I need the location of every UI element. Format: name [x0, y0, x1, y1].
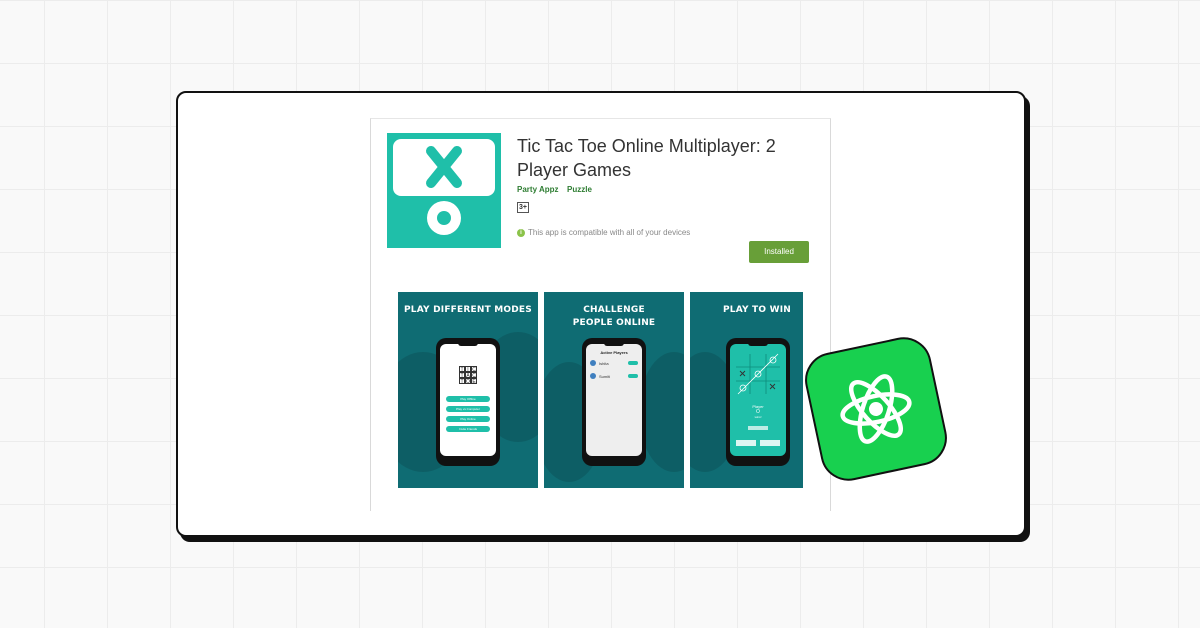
- menu-button: Invite Friends: [446, 426, 490, 432]
- react-atom-icon: [840, 374, 912, 444]
- menu-button: Play vs Computer: [446, 406, 490, 412]
- phone-mockup: T I C T A C T O E Play Offline Play vs C…: [436, 338, 500, 466]
- installed-button[interactable]: Installed: [749, 241, 809, 263]
- screenshot-heading: PLAY TO WIN: [722, 305, 791, 315]
- active-players-title: Active Players: [600, 350, 628, 355]
- o-icon: [427, 201, 461, 235]
- content-rating-badge: 3+: [517, 202, 529, 213]
- challenge-button: [628, 361, 638, 365]
- screenshot-heading: CHALLENGE PEOPLE ONLINE: [572, 305, 656, 328]
- react-logo-badge: [799, 332, 953, 486]
- phone-screen: Player O wins!: [730, 344, 786, 456]
- category-link[interactable]: Puzzle: [567, 185, 592, 194]
- compatibility-notice: i This app is compatible with all of you…: [517, 228, 690, 237]
- phone-mockup: Active Players Ishita Sumiti: [582, 338, 646, 466]
- compatibility-text: This app is compatible with all of your …: [528, 228, 691, 237]
- phone-mockup: Player O wins!: [726, 338, 790, 466]
- info-icon: i: [517, 228, 525, 237]
- app-icon: [387, 133, 501, 248]
- player-row: Ishita: [590, 358, 638, 368]
- x-icon: [426, 146, 462, 188]
- developer-link[interactable]: Party Appz: [517, 185, 559, 194]
- screenshot-1[interactable]: PLAY DIFFERENT MODES T I C T A C T O E P…: [398, 292, 538, 488]
- phone-screen: Active Players Ishita Sumiti: [586, 344, 642, 456]
- avatar: [590, 360, 596, 366]
- screenshot-heading: PLAY DIFFERENT MODES: [404, 305, 532, 315]
- challenge-button: [628, 374, 638, 378]
- app-icon-x-panel: [393, 139, 495, 196]
- status-sub: wins!: [754, 415, 762, 419]
- game-board: [736, 353, 780, 446]
- app-title: Tic Tac Toe Online Multiplayer: 2 Player…: [517, 136, 776, 180]
- screenshot-2[interactable]: CHALLENGE PEOPLE ONLINE Active Players I…: [544, 292, 684, 488]
- avatar: [590, 373, 596, 379]
- play-store-listing: Tic Tac Toe Online Multiplayer: 2 Player…: [370, 118, 831, 511]
- menu-button: Play Offline: [446, 396, 490, 402]
- menu-button: Play Online: [446, 416, 490, 422]
- player-row: Sumiti: [590, 371, 638, 381]
- screenshot-3[interactable]: PLAY TO WIN Player O wins!: [690, 292, 803, 488]
- phone-screen: T I C T A C T O E Play Offline Play vs C…: [440, 344, 496, 456]
